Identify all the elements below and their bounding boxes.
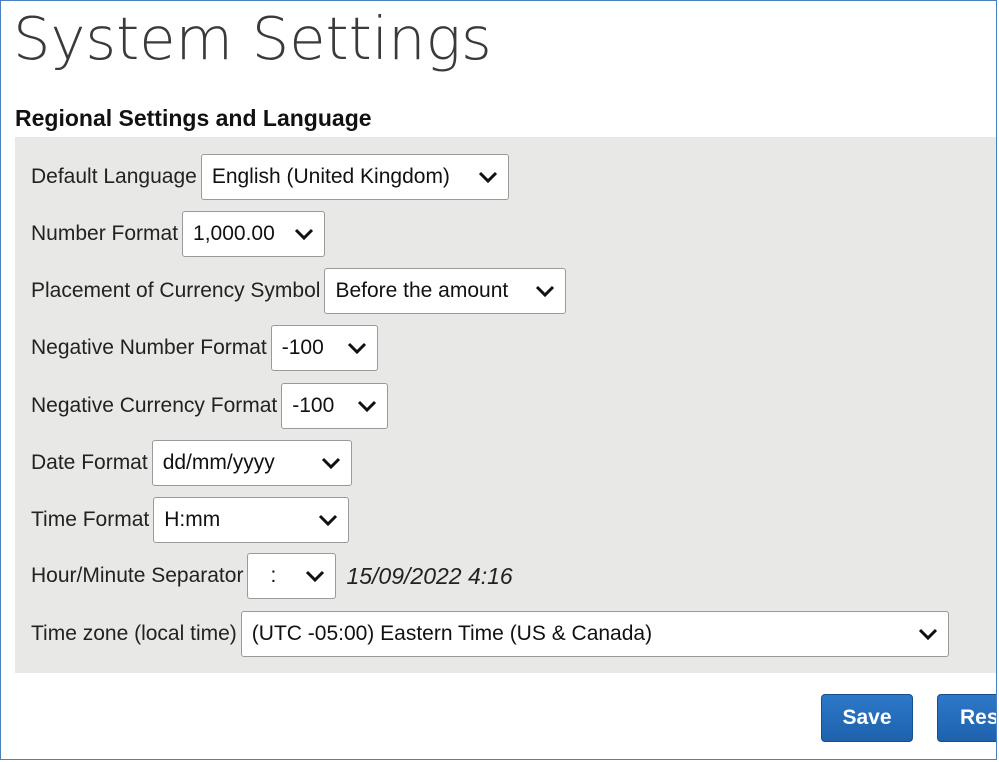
chevron-down-icon: [536, 285, 555, 298]
time-format-select[interactable]: H:mm: [153, 497, 350, 543]
chevron-down-icon: [918, 628, 937, 641]
chevron-down-icon: [478, 171, 497, 184]
negative-number-format-label: Negative Number Format: [31, 336, 267, 359]
default-language-select[interactable]: English (United Kingdom): [200, 154, 509, 200]
save-button[interactable]: Save: [821, 694, 913, 742]
row-time-format: Time Format H:mm: [31, 496, 350, 544]
reset-button[interactable]: Res: [937, 694, 996, 742]
page-title: System Settings: [13, 4, 492, 73]
number-format-label: Number Format: [31, 222, 179, 245]
currency-placement-label: Placement of Currency Symbol: [31, 279, 321, 302]
negative-number-format-value: -100: [281, 336, 324, 359]
settings-window: System Settings Regional Settings and La…: [0, 0, 997, 760]
negative-currency-format-label: Negative Currency Format: [31, 394, 278, 417]
time-format-label: Time Format: [31, 508, 150, 531]
negative-currency-format-select[interactable]: -100: [281, 383, 389, 429]
row-currency-placement: Placement of Currency Symbol Before the …: [31, 267, 567, 315]
chevron-down-icon: [294, 228, 314, 241]
default-language-label: Default Language: [31, 165, 197, 188]
default-language-value: English (United Kingdom): [211, 165, 450, 188]
hour-minute-separator-value: :: [270, 564, 277, 587]
currency-placement-value: Before the amount: [335, 279, 509, 302]
row-date-format: Date Format dd/mm/yyyy: [31, 439, 352, 487]
negative-number-format-select[interactable]: -100: [270, 325, 378, 371]
date-format-label: Date Format: [31, 451, 148, 474]
negative-currency-format-value: -100: [292, 394, 335, 417]
chevron-down-icon: [321, 457, 340, 470]
number-format-select[interactable]: 1,000.00: [182, 211, 326, 257]
row-number-format: Number Format 1,000.00: [31, 210, 326, 258]
chevron-down-icon: [347, 342, 366, 355]
time-zone-label: Time zone (local time): [31, 622, 237, 645]
row-default-language: Default Language English (United Kingdom…: [31, 153, 509, 201]
number-format-value: 1,000.00: [193, 222, 275, 245]
row-negative-currency-format: Negative Currency Format -100: [31, 382, 389, 430]
row-hour-minute-separator: Hour/Minute Separator : 15/09/2022 4:16: [31, 552, 513, 600]
date-format-select[interactable]: dd/mm/yyyy: [151, 440, 352, 486]
date-format-value: dd/mm/yyyy: [162, 451, 275, 474]
chevron-down-icon: [319, 514, 338, 527]
time-zone-value: (UTC -05:00) Eastern Time (US & Canada): [251, 622, 653, 645]
chevron-down-icon: [358, 400, 377, 413]
time-zone-select[interactable]: (UTC -05:00) Eastern Time (US & Canada): [240, 611, 949, 657]
section-title: Regional Settings and Language: [15, 105, 372, 131]
hour-minute-separator-select[interactable]: :: [247, 553, 337, 599]
datetime-preview: 15/09/2022 4:16: [346, 562, 513, 589]
time-format-value: H:mm: [164, 508, 221, 531]
regional-settings-panel: Default Language English (United Kingdom…: [15, 137, 996, 673]
row-time-zone: Time zone (local time) (UTC -05:00) East…: [31, 610, 949, 658]
hour-minute-separator-label: Hour/Minute Separator: [31, 564, 244, 587]
chevron-down-icon: [306, 570, 325, 583]
row-negative-number-format: Negative Number Format -100: [31, 324, 378, 372]
currency-placement-select[interactable]: Before the amount: [324, 268, 567, 314]
